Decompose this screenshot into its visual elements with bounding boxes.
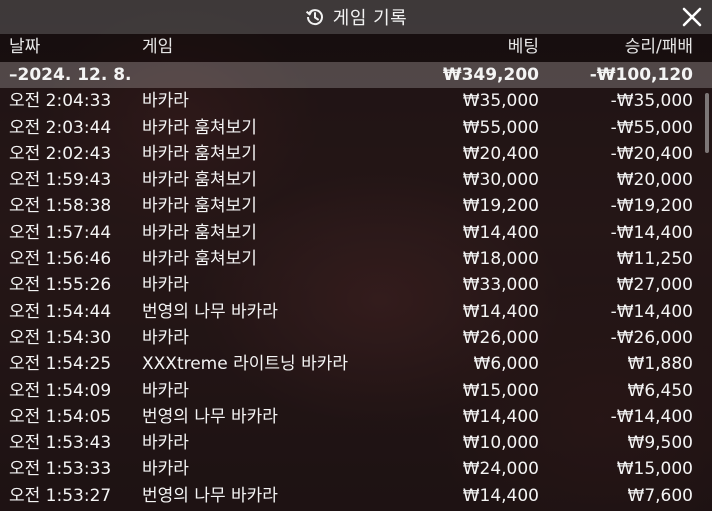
row-bet: ₩30,000	[462, 170, 539, 191]
row-bet: ₩15,000	[462, 380, 539, 401]
row-game: 번영의 나무 바카라	[142, 485, 278, 506]
row-time: 오전 1:54:09	[9, 380, 112, 401]
table-row[interactable]: 오전 1:56:46 바카라 훔쳐보기 ₩18,000 ₩11,250	[0, 246, 712, 272]
table-row[interactable]: 오전 1:57:44 바카라 훔쳐보기 ₩14,400 -₩14,400	[0, 220, 712, 246]
row-game: 바카라 훔쳐보기	[142, 117, 257, 138]
table-row[interactable]: 오전 2:03:44 바카라 훔쳐보기 ₩55,000 -₩55,000	[0, 115, 712, 141]
history-icon	[305, 7, 325, 27]
column-header-result[interactable]: 승리/패배	[625, 34, 693, 61]
table-row[interactable]: 오전 2:04:33 바카라 ₩35,000 -₩35,000	[0, 88, 712, 114]
row-game: XXXtreme 라이트닝 바카라	[142, 354, 348, 375]
row-game: 바카라	[142, 91, 189, 112]
game-history-panel: 게임 기록 날짜 게임 베팅 승리/패배 –2024. 12. 8. ₩349,…	[0, 0, 712, 511]
row-game: 바카라	[142, 459, 189, 480]
summary-result-total: -₩100,120	[589, 65, 693, 85]
scrollbar-thumb[interactable]	[705, 93, 709, 153]
row-result: -₩14,400	[610, 301, 693, 322]
table-row[interactable]: 오전 1:55:26 바카라 ₩33,000 ₩27,000	[0, 272, 712, 298]
row-game: 바카라	[142, 380, 189, 401]
row-time: 오전 2:02:43	[9, 143, 112, 164]
row-result: -₩19,200	[610, 196, 693, 217]
title-bar: 게임 기록	[0, 0, 712, 34]
row-bet: ₩14,400	[462, 406, 539, 427]
row-result: ₩15,000	[616, 459, 693, 480]
row-game: 바카라 훔쳐보기	[142, 170, 257, 191]
row-time: 오전 1:55:26	[9, 275, 112, 296]
row-game: 바카라	[142, 327, 189, 348]
table-row[interactable]: 오전 1:54:44 번영의 나무 바카라 ₩14,400 -₩14,400	[0, 299, 712, 325]
row-result: ₩9,500	[627, 433, 693, 454]
row-time: 오전 1:53:33	[9, 459, 112, 480]
row-time: 오전 1:56:46	[9, 249, 112, 270]
column-header-bet[interactable]: 베팅	[508, 34, 539, 61]
row-bet: ₩10,000	[462, 433, 539, 454]
column-header-date[interactable]: 날짜	[9, 34, 40, 61]
row-time: 오전 1:57:44	[9, 222, 112, 243]
row-time: 오전 1:53:27	[9, 485, 112, 506]
row-bet: ₩20,400	[462, 143, 539, 164]
table-row[interactable]: 오전 1:54:25 XXXtreme 라이트닝 바카라 ₩6,000 ₩1,8…	[0, 351, 712, 377]
table-row[interactable]: 오전 1:54:09 바카라 ₩15,000 ₩6,450	[0, 378, 712, 404]
row-time: 오전 1:58:38	[9, 196, 112, 217]
table-row[interactable]: 오전 1:53:33 바카라 ₩24,000 ₩15,000	[0, 456, 712, 482]
row-result: ₩11,250	[616, 249, 693, 270]
row-result: -₩14,400	[610, 406, 693, 427]
row-time: 오전 1:53:43	[9, 433, 112, 454]
row-time: 오전 2:04:33	[9, 91, 112, 112]
summary-date: –2024. 12. 8.	[9, 65, 132, 85]
row-bet: ₩33,000	[462, 275, 539, 296]
row-bet: ₩6,000	[473, 354, 539, 375]
table-row[interactable]: 오전 1:54:05 번영의 나무 바카라 ₩14,400 -₩14,400	[0, 404, 712, 430]
table-row[interactable]: 오전 1:58:38 바카라 훔쳐보기 ₩19,200 -₩19,200	[0, 193, 712, 219]
table-header: 날짜 게임 베팅 승리/패배	[0, 34, 712, 62]
date-summary-row[interactable]: –2024. 12. 8. ₩349,200 -₩100,120	[0, 62, 712, 89]
table-row[interactable]: 오전 2:02:43 바카라 훔쳐보기 ₩20,400 -₩20,400	[0, 141, 712, 167]
table-row[interactable]: 오전 1:54:30 바카라 ₩26,000 -₩26,000	[0, 325, 712, 351]
row-game: 바카라 훔쳐보기	[142, 143, 257, 164]
panel-title: 게임 기록	[332, 8, 408, 29]
row-game: 바카라 훔쳐보기	[142, 222, 257, 243]
column-header-game[interactable]: 게임	[142, 34, 173, 61]
table-row[interactable]: 오전 1:53:43 바카라 ₩10,000 ₩9,500	[0, 430, 712, 456]
table-row[interactable]: 오전 1:59:43 바카라 훔쳐보기 ₩30,000 ₩20,000	[0, 167, 712, 193]
row-result: -₩20,400	[610, 143, 693, 164]
row-result: ₩7,600	[627, 485, 693, 506]
row-time: 오전 1:59:43	[9, 170, 112, 191]
row-result: ₩27,000	[616, 275, 693, 296]
row-bet: ₩14,400	[462, 301, 539, 322]
row-bet: ₩18,000	[462, 249, 539, 270]
close-icon	[682, 7, 702, 27]
row-time: 오전 1:54:30	[9, 327, 112, 348]
row-bet: ₩19,200	[462, 196, 539, 217]
row-result: ₩20,000	[616, 170, 693, 191]
row-time: 오전 2:03:44	[9, 117, 112, 138]
row-result: ₩6,450	[627, 380, 693, 401]
row-game: 번영의 나무 바카라	[142, 406, 278, 427]
row-bet: ₩14,400	[462, 222, 539, 243]
table-row[interactable]: 오전 1:53:27 번영의 나무 바카라 ₩14,400 ₩7,600	[0, 483, 712, 509]
row-game: 바카라 훔쳐보기	[142, 196, 257, 217]
close-button[interactable]	[680, 5, 704, 29]
row-result: -₩35,000	[610, 91, 693, 112]
row-result: -₩55,000	[610, 117, 693, 138]
row-bet: ₩26,000	[462, 327, 539, 348]
row-result: -₩14,400	[610, 222, 693, 243]
row-result: ₩1,880	[627, 354, 693, 375]
row-game: 바카라 훔쳐보기	[142, 249, 257, 270]
row-game: 바카라	[142, 275, 189, 296]
title-group: 게임 기록	[305, 4, 407, 30]
row-time: 오전 1:54:05	[9, 406, 112, 427]
summary-bet-total: ₩349,200	[442, 65, 539, 85]
row-game: 바카라	[142, 433, 189, 454]
row-game: 번영의 나무 바카라	[142, 301, 278, 322]
row-bet: ₩24,000	[462, 459, 539, 480]
row-time: 오전 1:54:25	[9, 354, 112, 375]
row-bet: ₩35,000	[462, 91, 539, 112]
row-result: -₩26,000	[610, 327, 693, 348]
row-bet: ₩14,400	[462, 485, 539, 506]
row-bet: ₩55,000	[462, 117, 539, 138]
history-table: –2024. 12. 8. ₩349,200 -₩100,120 오전 2:04…	[0, 62, 712, 509]
row-time: 오전 1:54:44	[9, 301, 112, 322]
